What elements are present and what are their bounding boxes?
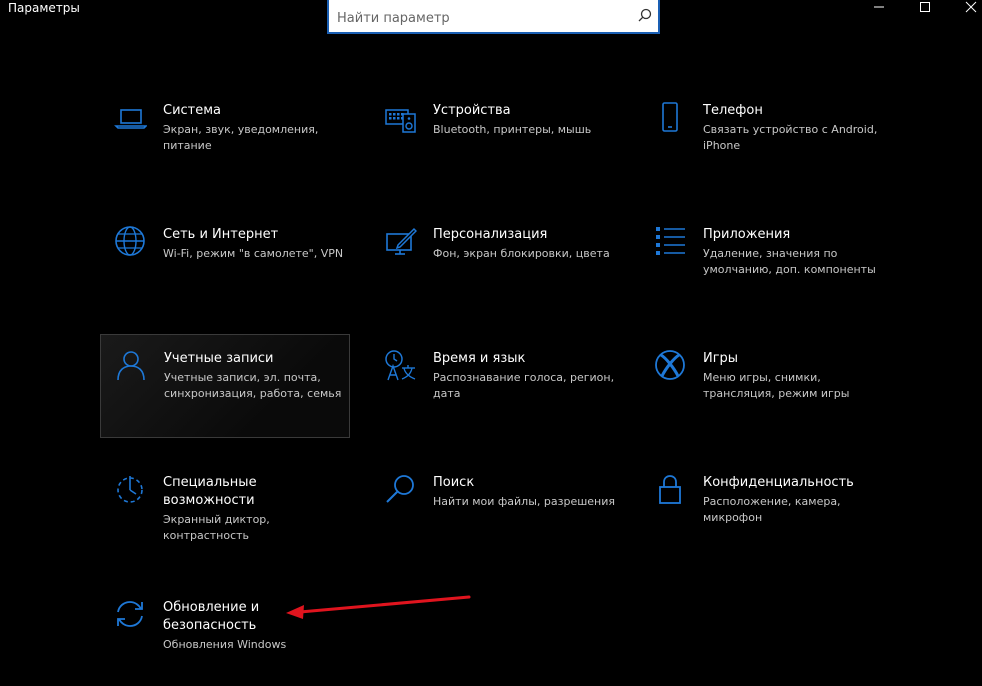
close-button[interactable] <box>948 0 982 14</box>
keyboard-speaker-icon <box>383 100 417 134</box>
tile-phone-desc: Связать устройство с Android, iPhone <box>703 123 878 152</box>
xbox-icon <box>653 348 687 382</box>
tile-personalization[interactable]: Персонализация Фон, экран блокировки, цв… <box>371 212 619 314</box>
tile-phone-name: Телефон <box>703 103 763 118</box>
tile-time-language-name: Время и язык <box>433 351 526 366</box>
tile-gaming-name: Игры <box>703 351 739 366</box>
tile-apps[interactable]: Приложения Удаление, значения по умолчан… <box>641 212 889 314</box>
tile-network-desc: Wi-Fi, режим "в самолете", VPN <box>163 247 344 260</box>
paint-brush-icon <box>383 224 417 258</box>
maximize-button[interactable] <box>902 0 948 14</box>
tile-update-security-desc: Обновления Windows <box>163 638 287 651</box>
minimize-icon <box>874 6 884 8</box>
globe-icon <box>113 224 147 258</box>
settings-window: Параметры Система Экран, звук, уведомлен… <box>0 0 982 686</box>
tile-devices-name: Устройства <box>433 103 511 118</box>
tile-system-name: Система <box>163 103 222 118</box>
tile-ease-of-access-desc: Экранный диктор, контрастность <box>163 513 270 542</box>
tile-devices-desc: Bluetooth, принтеры, мышь <box>433 123 592 136</box>
close-icon <box>965 1 977 13</box>
tile-apps-name: Приложения <box>703 227 791 242</box>
tile-system[interactable]: Система Экран, звук, уведомления, питани… <box>101 88 349 190</box>
person-icon <box>114 348 148 382</box>
tile-gaming-desc: Меню игры, снимки, трансляция, режим игр… <box>703 371 850 400</box>
accessibility-timer-icon <box>113 472 147 506</box>
search-input[interactable] <box>337 10 627 26</box>
tile-accounts-desc: Учетные записи, эл. почта, синхронизация… <box>164 371 342 400</box>
window-title: Параметры <box>8 1 80 15</box>
tile-search-name: Поиск <box>433 475 475 490</box>
sync-icon <box>113 597 147 631</box>
maximize-icon <box>920 2 930 12</box>
tile-ease-of-access-name: Специальные возможности <box>163 475 257 508</box>
tile-search[interactable]: Поиск Найти мои файлы, разрешения <box>371 460 619 562</box>
tile-time-language-desc: Распознавание голоса, регион, дата <box>433 371 615 400</box>
time-language-icon <box>383 348 417 382</box>
tile-accounts[interactable]: Учетные записи Учетные записи, эл. почта… <box>100 334 350 438</box>
tile-personalization-desc: Фон, экран блокировки, цвета <box>433 247 610 260</box>
tile-network-name: Сеть и Интернет <box>163 227 279 242</box>
search-box[interactable] <box>327 0 660 34</box>
magnifier-icon <box>383 472 417 506</box>
tile-update-security[interactable]: Обновление и безопасность Обновления Win… <box>101 585 349 686</box>
tile-personalization-name: Персонализация <box>433 227 548 242</box>
tile-privacy[interactable]: Конфиденциальность Расположение, камера,… <box>641 460 889 562</box>
tile-search-desc: Найти мои файлы, разрешения <box>433 495 616 508</box>
tile-privacy-name: Конфиденциальность <box>703 475 854 490</box>
tile-gaming[interactable]: Игры Меню игры, снимки, трансляция, режи… <box>641 336 889 438</box>
lock-icon <box>653 472 687 506</box>
tile-network[interactable]: Сеть и Интернет Wi-Fi, режим "в самолете… <box>101 212 349 314</box>
search-icon[interactable] <box>638 8 652 22</box>
minimize-button[interactable] <box>856 0 902 14</box>
tile-time-language[interactable]: Время и язык Распознавание голоса, регио… <box>371 336 619 438</box>
tile-update-security-name: Обновление и безопасность <box>163 600 260 633</box>
phone-icon <box>653 100 687 134</box>
laptop-icon <box>113 100 147 134</box>
tile-apps-desc: Удаление, значения по умолчанию, доп. ко… <box>703 247 876 276</box>
tile-accounts-name: Учетные записи <box>164 351 274 366</box>
tile-ease-of-access[interactable]: Специальные возможности Экранный диктор,… <box>101 460 349 562</box>
tile-system-desc: Экран, звук, уведомления, питание <box>163 123 319 152</box>
tile-privacy-desc: Расположение, камера, микрофон <box>703 495 841 524</box>
apps-list-icon <box>653 224 687 258</box>
tile-phone[interactable]: Телефон Связать устройство с Android, iP… <box>641 88 889 190</box>
tile-devices[interactable]: Устройства Bluetooth, принтеры, мышь <box>371 88 619 190</box>
